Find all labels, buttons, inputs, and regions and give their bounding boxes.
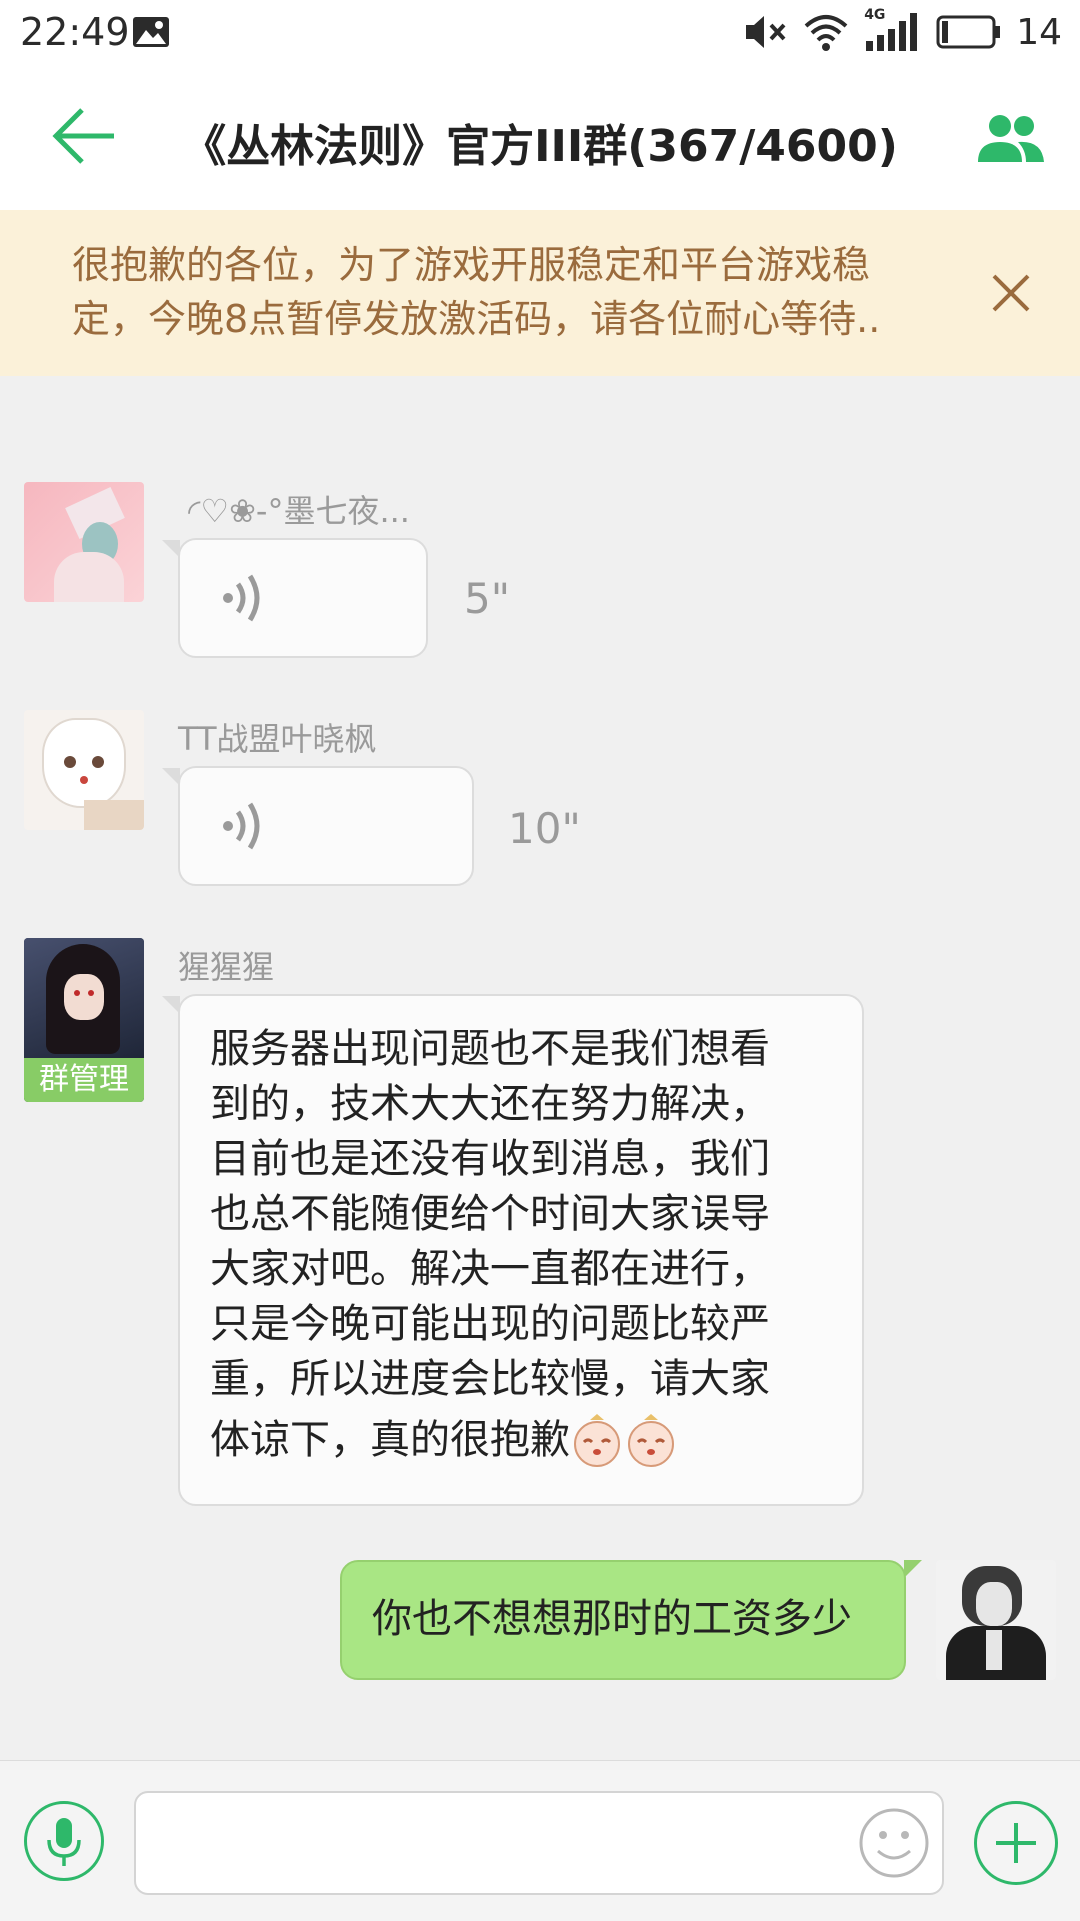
- sender-name: ◜♡❀-°墨七夜...: [188, 492, 410, 530]
- text-message-bubble[interactable]: 服务器出现问题也不是我们想看 到的，技术大大还在努力解决， 目前也是还没有收到消…: [162, 994, 864, 1506]
- notice-line: 定，今晚8点暂停发放激活码，请各位耐心等待..: [72, 297, 881, 341]
- message-line: 也总不能随便给个时间大家误导: [210, 1191, 770, 1237]
- image-notification-icon: [133, 17, 169, 47]
- clock: 22:49: [20, 10, 130, 54]
- message-list[interactable]: ◜♡❀-°墨七夜... 5" TT战盟叶晓枫 10" 群管理 猩猩猩 服务器出现…: [0, 376, 1080, 1760]
- input-bar: [0, 1760, 1080, 1921]
- notice-line: 很抱歉的各位，为了游戏开服稳定和平台游戏稳: [72, 243, 871, 287]
- message-text: 你也不想想那时的工资多少: [372, 1596, 852, 1642]
- message-line: 重，所以进度会比较慢，请大家: [210, 1356, 770, 1402]
- status-icons: 4G 14: [744, 7, 1062, 54]
- notice-text: 很抱歉的各位，为了游戏开服稳定和平台游戏稳 定，今晚8点暂停发放激活码，请各位耐…: [72, 238, 962, 346]
- smiley-icon[interactable]: [858, 1807, 930, 1879]
- chat-header: 《丛林法则》官方III群(367/4600): [0, 66, 1080, 211]
- wifi-icon: [804, 15, 848, 51]
- sad-face-emoji: [628, 1413, 674, 1467]
- voice-duration: 5": [464, 574, 511, 623]
- battery-level: 14: [1016, 11, 1062, 53]
- arrow-left-icon[interactable]: [50, 106, 120, 166]
- voice-wave-icon: [223, 802, 260, 850]
- group-title: 《丛林法则》官方III群(367/4600): [182, 121, 898, 172]
- message-line: 大家对吧。解决一直都在进行，: [210, 1246, 770, 1292]
- message-last-line: 体谅下，真的很抱歉: [210, 1413, 770, 1468]
- message-text: 服务器出现问题也不是我们想看 到的，技术大大还在努力解决， 目前也是还没有收到消…: [210, 1022, 770, 1468]
- voice-duration: 10": [508, 804, 581, 853]
- voice-message-bubble[interactable]: [162, 538, 428, 658]
- outgoing-message-bubble[interactable]: 你也不想想那时的工资多少: [340, 1560, 922, 1680]
- message-line: 到的，技术大大还在努力解决，: [210, 1081, 770, 1127]
- sender-name: 猩猩猩: [178, 948, 275, 986]
- self-avatar[interactable]: [936, 1560, 1056, 1680]
- avatar[interactable]: [24, 482, 144, 602]
- mute-icon: [746, 16, 786, 48]
- group-members-icon[interactable]: [974, 112, 1046, 164]
- voice-message-bubble[interactable]: [162, 766, 474, 886]
- message-input[interactable]: [134, 1791, 944, 1895]
- message-line: 服务器出现问题也不是我们想看: [210, 1026, 770, 1072]
- signal-icon: 4G: [864, 7, 922, 53]
- sender-name: TT战盟叶晓枫: [178, 720, 377, 758]
- voice-input-button[interactable]: [24, 1801, 104, 1881]
- message-line: 体谅下，真的很抱歉: [210, 1417, 570, 1463]
- message-line: 目前也是还没有收到消息，我们: [210, 1136, 770, 1182]
- group-notice-banner[interactable]: 很抱歉的各位，为了游戏开服稳定和平台游戏稳 定，今晚8点暂停发放激活码，请各位耐…: [0, 210, 1080, 376]
- close-icon[interactable]: [990, 272, 1032, 314]
- microphone-icon: [47, 1818, 81, 1866]
- battery-icon: [936, 15, 1001, 49]
- status-bar: 22:49 4G 14: [0, 0, 1080, 66]
- message-line: 只是今晚可能出现的问题比较严: [210, 1301, 770, 1347]
- avatar[interactable]: 群管理: [24, 938, 144, 1102]
- plus-icon: [996, 1823, 1036, 1863]
- voice-wave-icon: [223, 574, 260, 622]
- avatar[interactable]: [24, 710, 144, 830]
- admin-badge: 群管理: [24, 1058, 144, 1102]
- sad-face-emoji: [574, 1413, 620, 1467]
- more-options-button[interactable]: [974, 1801, 1058, 1885]
